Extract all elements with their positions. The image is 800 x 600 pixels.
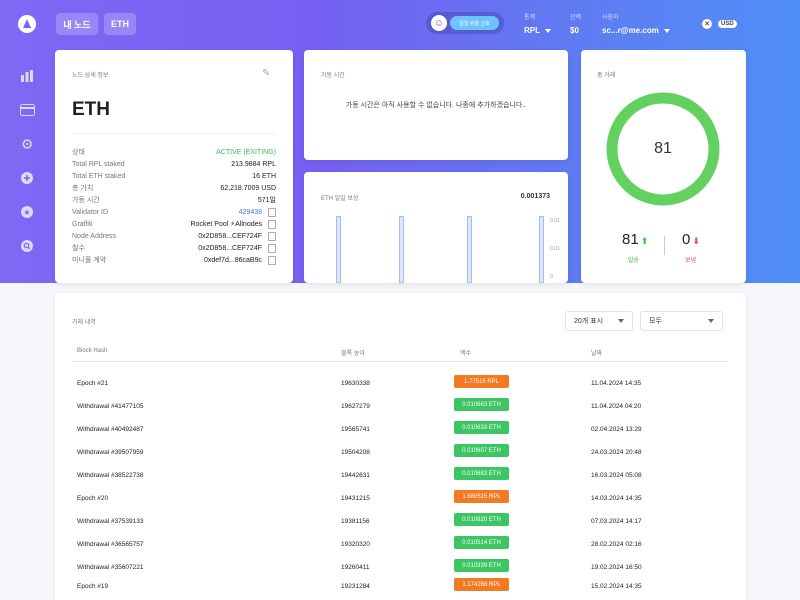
table-row[interactable]: Withdrawal #40492487 19565741 0.010633 E… (72, 419, 728, 442)
edit-icon[interactable]: ✎ (262, 68, 270, 79)
chevron-down-icon (663, 28, 670, 33)
node-row-rpl: Total RPL staked 213.9884 RPL (72, 160, 276, 168)
status-badge: ACTIVE (EXITING) (216, 148, 276, 156)
copy-icon[interactable] (268, 255, 276, 265)
balance-value: $0 (570, 26, 579, 35)
col-header-hash[interactable]: Block Hash (77, 348, 107, 354)
currency-badge: USD (718, 20, 737, 28)
amount-badge: 0.010820 ETH (454, 513, 509, 526)
reward-bar (336, 216, 341, 283)
node-row-value: 총 가치 62,218.7009 USD (72, 184, 276, 193)
plus-icon[interactable] (19, 170, 35, 186)
divider (72, 133, 275, 134)
exit-signal-widget: ☺ 일일 퇴출 신호 (426, 12, 504, 34)
tab-eth[interactable]: ETH (104, 13, 136, 35)
divider (72, 361, 728, 362)
uptime-title: 가동 시간 (321, 73, 345, 79)
chevron-down-icon (618, 319, 624, 323)
amount-badge: 1.680515 RPL (454, 490, 509, 503)
sent-label: 발송 (628, 258, 640, 264)
validator-link[interactable]: 429438 (239, 209, 262, 216)
received-count: 0 ⬇ (682, 231, 700, 248)
node-name: ETH (72, 99, 110, 120)
y-tick: 0.01 (550, 218, 560, 224)
copy-icon[interactable] (268, 207, 276, 217)
node-row-address: Node Address 0x2D858...CEF724F (72, 230, 276, 242)
reward-bar (539, 216, 544, 283)
node-row-status: 상태 ACTIVE (EXITING) (72, 148, 276, 157)
amount-badge: 0.010683 ETH (454, 467, 509, 480)
currency-icon: ✕ (702, 19, 712, 29)
col-header-date[interactable]: 날짜 (591, 348, 602, 357)
amount-badge: 1.174288 RPL (454, 578, 509, 591)
node-row-uptime: 가동 시간 571일 (72, 197, 276, 204)
robot-icon: ☺ (431, 15, 447, 31)
node-row-validator: Validator ID 429438 (72, 206, 276, 218)
eth-reward-value: 0.001373 (520, 193, 550, 200)
copy-icon[interactable] (268, 243, 276, 253)
amount-badge: 0.010514 ETH (454, 536, 509, 549)
eth-reward-title: ETH 일일 보상 (321, 196, 359, 202)
network-label: 통계 (524, 15, 536, 21)
table-row[interactable]: Epoch #20 19431215 1.680515 RPL 14.03.20… (72, 488, 728, 511)
chart-icon[interactable] (19, 68, 35, 84)
divider (664, 236, 665, 255)
chevron-down-icon (545, 28, 551, 33)
user-label: 사용자 (602, 15, 619, 21)
exit-signal-button[interactable]: 일일 퇴출 신호 (450, 16, 499, 30)
star-icon[interactable]: ★ (19, 204, 35, 220)
uptime-message: 가동 시간은 아직 사용할 수 없습니다. 나중에 추가하겠습니다.. (345, 102, 527, 109)
reward-bar (399, 216, 404, 283)
chevron-down-icon (708, 319, 714, 323)
network-select[interactable]: RPL (524, 26, 551, 35)
search-icon[interactable] (19, 238, 35, 254)
svg-text:★: ★ (23, 208, 30, 217)
table-row[interactable]: Epoch #19 19231284 1.174288 RPL 15.02.20… (72, 576, 728, 599)
table-row[interactable]: Withdrawal #39507959 19504208 0.010607 E… (72, 442, 728, 465)
table-row[interactable]: Withdrawal #41477105 19627279 0.010663 E… (72, 396, 728, 419)
sent-count: 81 ⬆ (622, 231, 649, 248)
user-menu[interactable]: sc...r@me.com (602, 26, 670, 35)
table-row[interactable]: Withdrawal #38522738 19442631 0.010683 E… (72, 465, 728, 488)
transaction-history-title: 거래 내역 (72, 320, 96, 326)
arrow-down-icon: ⬇ (692, 236, 700, 246)
network-value: RPL (524, 26, 540, 35)
arrow-up-icon: ⬆ (640, 236, 649, 246)
tab-my-nodes[interactable]: 내 노드 (56, 13, 98, 35)
reward-bar (467, 216, 472, 283)
amount-badge: 0.010633 ETH (454, 421, 509, 434)
col-header-amount[interactable]: 액수 (460, 348, 471, 357)
table-row[interactable]: Epoch #21 19630338 1.77515 RPL 11.04.202… (72, 373, 728, 396)
node-row-minipool: 미니풀 계약 0xdef7d...86caB9c (72, 254, 276, 266)
node-details-title: 노드 상세 정보 (72, 73, 109, 79)
node-row-withdrawal: 철수 0x2D858...CEF724F (72, 242, 276, 254)
page-size-select[interactable]: 20개 표시 (565, 311, 633, 331)
amount-badge: 0.010339 ETH (454, 559, 509, 572)
node-row-eth: Total ETH staked 16 ETH (72, 172, 276, 180)
filter-select[interactable]: 모두 (640, 311, 723, 331)
app-logo[interactable] (18, 15, 36, 33)
amount-badge: 0.010663 ETH (454, 398, 509, 411)
copy-icon[interactable] (268, 219, 276, 229)
balance-label: 잔액 (570, 15, 582, 21)
y-tick: 0 (550, 274, 553, 280)
gauge-total: 81 (654, 140, 672, 157)
total-tx-title: 총 거래 (597, 73, 616, 79)
table-row[interactable]: Withdrawal #37539133 19381156 0.010820 E… (72, 511, 728, 534)
gear-icon[interactable]: ⚙ (19, 136, 35, 152)
col-header-height[interactable]: 블록 높이 (341, 348, 365, 357)
node-row-graffiti: Graffiti Rocket Pool ⚡Allnodes (72, 218, 276, 230)
eth-reward-card (304, 172, 568, 283)
amount-badge: 1.77515 RPL (454, 375, 509, 388)
y-tick: 0.01 (550, 246, 560, 252)
amount-badge: 0.010607 ETH (454, 444, 509, 457)
table-row[interactable]: Withdrawal #36565757 19320320 0.010514 E… (72, 534, 728, 557)
copy-icon[interactable] (268, 231, 276, 241)
user-email: sc...r@me.com (602, 26, 659, 35)
wallet-icon[interactable] (19, 102, 35, 118)
received-label: 보냄 (685, 258, 697, 264)
currency-selector[interactable]: ✕ USD (702, 18, 740, 30)
